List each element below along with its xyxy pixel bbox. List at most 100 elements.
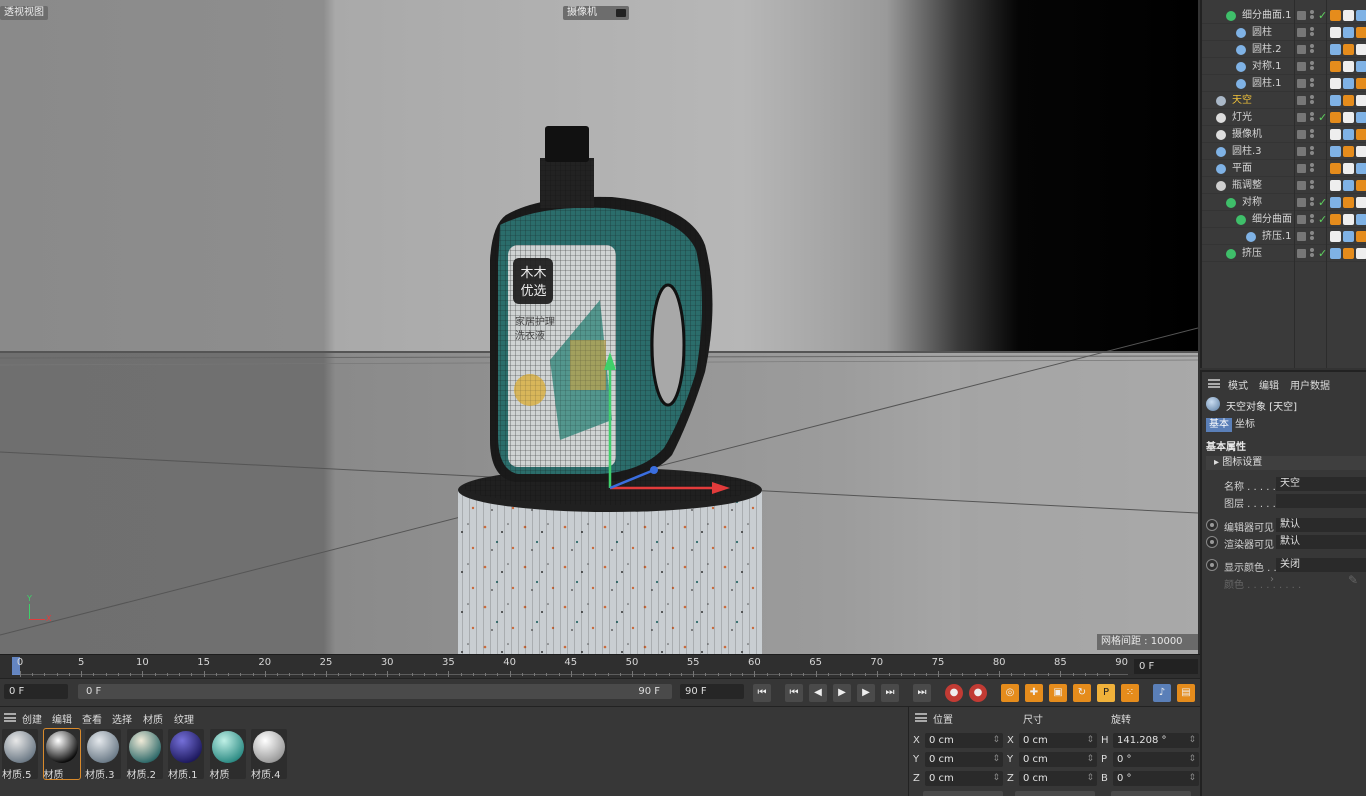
material-tag-icon[interactable] (1343, 61, 1354, 72)
material-tag-icon[interactable] (1356, 214, 1366, 225)
material-tag-icon[interactable] (1330, 180, 1341, 191)
film-icon[interactable]: ▤ (1177, 684, 1195, 702)
move-key-icon[interactable]: ✚ (1025, 684, 1043, 702)
material-tag-icon[interactable] (1356, 180, 1366, 191)
coord-value-field[interactable]: 0 ° (1113, 752, 1199, 767)
material-tag-icon[interactable] (1356, 248, 1366, 259)
coord-value-field[interactable]: 0 cm (925, 752, 1003, 767)
menu-icon[interactable] (1208, 379, 1220, 388)
material-swatch[interactable]: 材质.4 (251, 729, 287, 781)
attr-menu-userdata[interactable]: 用户数据 (1290, 377, 1330, 392)
attribute-manager[interactable]: 模式 编辑 用户数据 天空对象 [天空] 基本 坐标 基本属性 ▸ 图标设置 名… (1200, 370, 1366, 796)
visibility-dots-icon[interactable] (1310, 129, 1314, 140)
mat-menu-select[interactable]: 选择 (112, 711, 132, 726)
scale-key-icon[interactable]: ▣ (1049, 684, 1067, 702)
go-to-end-icon[interactable]: ⏭ (913, 684, 931, 702)
menu-icon[interactable] (915, 713, 927, 722)
prev-key-icon[interactable]: ⏮ (785, 684, 803, 702)
render-visible-select[interactable]: 默认 (1276, 535, 1366, 549)
layer-toggle-icon[interactable] (1297, 11, 1306, 20)
material-tag-icon[interactable] (1343, 27, 1354, 38)
material-tag-icon[interactable] (1356, 95, 1366, 106)
material-tag-icon[interactable] (1330, 197, 1341, 208)
eyedropper-icon[interactable]: ✎ (1348, 573, 1358, 587)
coord-value-field[interactable]: 0 cm (1019, 733, 1097, 748)
timeline-ruler[interactable]: 0 5 10 15 20 25 30 35 40 45 50 55 60 65 70 75 80 85 90 0 F (0, 654, 1200, 678)
render-visible-anim-radio[interactable] (1206, 536, 1218, 548)
display-color-select[interactable]: 关闭 (1276, 558, 1366, 572)
layer-toggle-icon[interactable] (1297, 79, 1306, 88)
material-tag-icon[interactable] (1343, 44, 1354, 55)
object-mode-select[interactable] (923, 791, 1003, 796)
visibility-dots-icon[interactable] (1310, 214, 1314, 225)
layer-toggle-icon[interactable] (1297, 45, 1306, 54)
layer-toggle-icon[interactable] (1297, 215, 1306, 224)
end-frame-field[interactable]: 90 F (680, 684, 744, 699)
coord-value-field[interactable]: 0 cm (1019, 752, 1097, 767)
object-row[interactable]: 圆柱 (1202, 24, 1366, 41)
material-swatch[interactable]: 材质 (209, 729, 246, 781)
object-row[interactable]: 平面 (1202, 160, 1366, 177)
layer-toggle-icon[interactable] (1297, 181, 1306, 190)
current-frame-field[interactable]: 0 F (1134, 659, 1198, 674)
mat-menu-texture[interactable]: 纹理 (174, 711, 194, 726)
coord-value-field[interactable]: 0 ° (1113, 771, 1199, 786)
display-color-anim-radio[interactable] (1206, 559, 1218, 571)
material-tag-icon[interactable] (1343, 197, 1354, 208)
visibility-dots-icon[interactable] (1310, 61, 1314, 72)
material-manager[interactable]: 创建 编辑 查看 选择 材质 纹理 材质.5 材质 材质.3 材质.2 材质.1 材质 材质… (0, 706, 908, 796)
size-mode-select[interactable] (1015, 791, 1095, 796)
material-tag-icon[interactable] (1343, 214, 1354, 225)
material-tag-icon[interactable] (1343, 112, 1354, 123)
material-tag-icon[interactable] (1356, 78, 1366, 89)
material-tag-icon[interactable] (1330, 231, 1341, 242)
layer-toggle-icon[interactable] (1297, 232, 1306, 241)
material-tag-icon[interactable] (1356, 10, 1366, 21)
perspective-viewport[interactable]: 透视视图 摄像机 木木 优选 家居护理 洗衣液 Y X 网格间距 : 10000… (0, 0, 1198, 654)
object-row[interactable]: 对称 ✓ (1202, 194, 1366, 211)
material-tag-icon[interactable] (1330, 214, 1341, 225)
param-key-icon[interactable]: P (1097, 684, 1115, 702)
layer-field[interactable] (1276, 494, 1366, 508)
material-tag-icon[interactable] (1330, 129, 1341, 140)
visibility-dots-icon[interactable] (1310, 10, 1314, 21)
icon-settings-group[interactable]: ▸ 图标设置 (1206, 456, 1366, 470)
material-tag-icon[interactable] (1343, 129, 1354, 140)
coordinates-manager[interactable]: 位置 尺寸 旋转 X 0 cm X 0 cm H 141.208 ° Y 0 cm Y 0 cm P… (908, 706, 1200, 796)
material-swatch[interactable]: 材质.5 (2, 729, 38, 781)
material-swatch[interactable]: 材质.1 (168, 729, 204, 781)
viewport-title[interactable]: 透视视图 (0, 6, 48, 20)
mat-menu-edit[interactable]: 编辑 (52, 711, 72, 726)
material-tag-icon[interactable] (1356, 163, 1366, 174)
tab-coord[interactable]: 坐标 (1232, 418, 1258, 432)
object-row[interactable]: 细分曲面.1 ✓ (1202, 7, 1366, 24)
frame-range-slider[interactable]: 0 F 90 F (78, 684, 672, 699)
material-tag-icon[interactable] (1330, 44, 1341, 55)
next-key-icon[interactable]: ⏭ (881, 684, 899, 702)
object-row[interactable]: 细分曲面 ✓ (1202, 211, 1366, 228)
mat-menu-create[interactable]: 创建 (22, 711, 42, 726)
material-tag-icon[interactable] (1356, 27, 1366, 38)
material-tag-icon[interactable] (1343, 163, 1354, 174)
layer-toggle-icon[interactable] (1297, 113, 1306, 122)
visibility-dots-icon[interactable] (1310, 248, 1314, 259)
material-tag-icon[interactable] (1343, 10, 1354, 21)
material-tag-icon[interactable] (1330, 61, 1341, 72)
menu-icon[interactable] (4, 713, 16, 722)
coord-value-field[interactable]: 0 cm (1019, 771, 1097, 786)
editor-visible-select[interactable]: 默认 (1276, 518, 1366, 532)
layer-toggle-icon[interactable] (1297, 130, 1306, 139)
material-tag-icon[interactable] (1343, 146, 1354, 157)
material-tag-icon[interactable] (1330, 248, 1341, 259)
mat-menu-material[interactable]: 材质 (143, 711, 163, 726)
visibility-dots-icon[interactable] (1310, 112, 1314, 123)
play-icon[interactable]: ▶ (833, 684, 851, 702)
visibility-dots-icon[interactable] (1310, 95, 1314, 106)
visibility-dots-icon[interactable] (1310, 44, 1314, 55)
attr-menu-edit[interactable]: 编辑 (1259, 377, 1279, 392)
point-level-icon[interactable]: ⁙ (1121, 684, 1139, 702)
record-icon[interactable]: ● (945, 684, 963, 702)
material-tag-icon[interactable] (1356, 231, 1366, 242)
material-tag-icon[interactable] (1330, 163, 1341, 174)
object-row[interactable]: 天空 (1202, 92, 1366, 109)
